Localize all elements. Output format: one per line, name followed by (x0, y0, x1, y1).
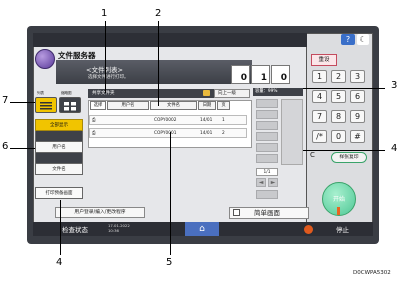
stop-icon[interactable] (304, 225, 313, 234)
figure-caption: D0CWPA5302 (353, 270, 391, 276)
sample-copy-button[interactable]: 样张复印 (331, 152, 367, 163)
callout-4-bottom: 4 (56, 257, 63, 268)
capacity-indicator: 容量：99% (253, 88, 303, 96)
key-2[interactable]: 2 (331, 70, 346, 83)
sort-by-user-button[interactable]: 用户名 (35, 141, 83, 153)
callout-line (170, 132, 171, 255)
table-row[interactable]: ⎙ COPY0002 14/01 1 (89, 115, 247, 125)
home-icon[interactable]: ⌂ (185, 222, 219, 236)
list-subtitle: 选择文件进行打印。 (88, 75, 129, 80)
simple-screen-checkbox[interactable] (233, 209, 240, 216)
callout-2: 2 (155, 8, 162, 19)
key-hash[interactable]: # (350, 130, 365, 143)
up-one-level-button[interactable]: 向上一级 (214, 89, 250, 98)
print-preparation-button[interactable]: 打印预备画面 (35, 187, 83, 199)
energy-saver-icon[interactable]: ☾ (357, 34, 369, 45)
stop-button[interactable]: 停止 (336, 224, 349, 234)
key-0[interactable]: 0 (331, 130, 346, 143)
side-action-button[interactable] (256, 110, 278, 119)
sort-by-file-button[interactable]: 文件名 (35, 163, 83, 175)
reset-button[interactable]: 重设 (311, 54, 337, 66)
key-1[interactable]: 1 (312, 70, 327, 83)
system-top-bar (33, 33, 307, 47)
document-icon: ⎙ (92, 118, 96, 123)
sidebar-divider (35, 131, 83, 141)
time-text: 10:36 (108, 228, 119, 233)
callout-6: 6 (2, 141, 9, 152)
side-action-button[interactable] (256, 190, 278, 199)
help-button[interactable]: ? (341, 34, 355, 45)
thumbnail-view-icon (64, 102, 76, 111)
key-6[interactable]: 6 (350, 90, 365, 103)
callout-line (303, 88, 385, 89)
list-view-button[interactable] (35, 97, 57, 113)
document-server-icon (35, 49, 55, 69)
folder-icon (203, 90, 210, 96)
callout-line (10, 148, 35, 149)
callout-7: 7 (2, 95, 9, 106)
page-next-button[interactable]: ► (268, 178, 278, 187)
column-header-select[interactable]: 选择 (90, 101, 106, 110)
column-header-user[interactable]: 用户名 (107, 101, 149, 110)
mode-label-list: 列表 (37, 91, 44, 95)
right-scroll-panel (281, 99, 303, 165)
counter-box: 1 (251, 65, 270, 84)
start-indicator-led (337, 207, 340, 215)
key-star[interactable]: /* (312, 130, 327, 143)
key-3[interactable]: 3 (350, 70, 365, 83)
document-icon: ⎙ (92, 131, 96, 136)
folder-label: 共享文件夹 (92, 91, 115, 96)
column-header-date[interactable]: 日期 (198, 101, 216, 110)
callout-4: 4 (391, 143, 398, 154)
callout-line (10, 102, 35, 103)
register-program-button[interactable]: 用户登录/编入/更改程序 (55, 207, 145, 218)
mode-label-thumbnail: 缩略图 (61, 91, 72, 95)
side-action-button[interactable] (256, 99, 278, 108)
key-7[interactable]: 7 (312, 110, 327, 123)
callout-3: 3 (391, 80, 398, 91)
key-5[interactable]: 5 (331, 90, 346, 103)
key-4[interactable]: 4 (312, 90, 327, 103)
table-row[interactable]: ⎙ COPY0001 14/01 2 (89, 128, 247, 138)
thumbnail-view-button[interactable] (59, 97, 81, 113)
callout-1: 1 (101, 8, 108, 19)
counter-box: 0 (231, 65, 250, 84)
column-header-pages[interactable]: 页 (217, 101, 230, 110)
callout-line (105, 21, 106, 93)
callout-line (303, 150, 385, 151)
page-indicator: 1/1 (256, 168, 278, 176)
page-prev-button[interactable]: ◄ (256, 178, 266, 187)
date-time: 17.01.2022 10:36 (108, 223, 130, 233)
side-action-button[interactable] (256, 143, 278, 152)
counter-box: 0 (271, 65, 290, 84)
clear-key[interactable]: C (310, 150, 317, 164)
side-action-button[interactable] (256, 154, 278, 163)
show-all-button[interactable]: 全部显示 (35, 119, 83, 131)
side-action-button[interactable] (256, 132, 278, 141)
simple-screen-label: 简单画面 (254, 209, 280, 217)
list-view-icon (40, 102, 52, 110)
key-9[interactable]: 9 (350, 110, 365, 123)
callout-line (60, 200, 61, 255)
key-8[interactable]: 8 (331, 110, 346, 123)
sidebar-divider (35, 153, 83, 163)
check-status-button[interactable]: 检查状态 (62, 224, 88, 234)
callout-5: 5 (166, 257, 173, 268)
side-action-button[interactable] (256, 121, 278, 130)
callout-line (158, 21, 159, 106)
